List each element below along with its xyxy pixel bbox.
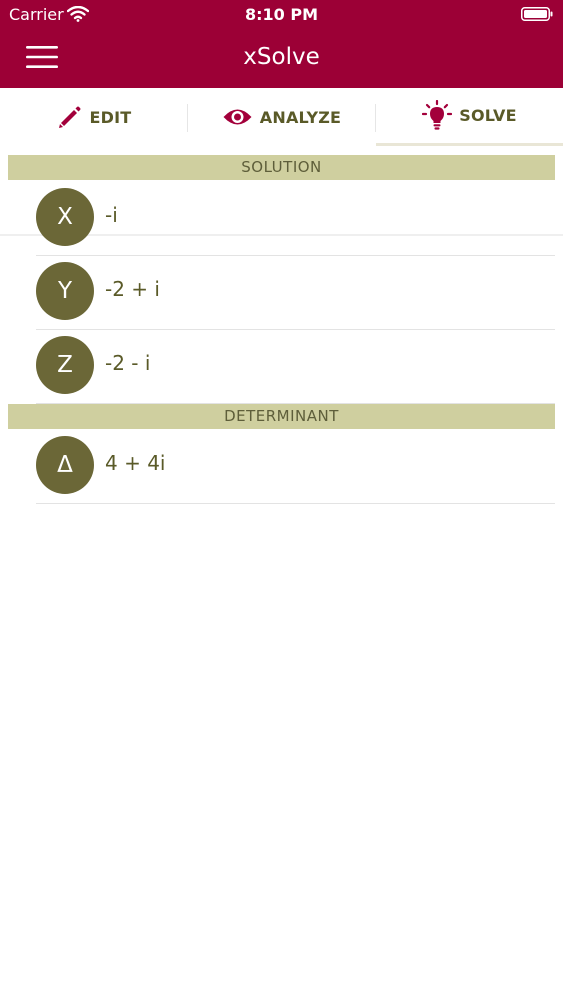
tab-solve-label: SOLVE (459, 106, 517, 125)
page-title: xSolve (243, 44, 320, 70)
determinant-value: 4 + 4i (105, 451, 166, 475)
status-time: 8:10 PM (244, 5, 318, 24)
variable-badge-x: X (36, 188, 94, 246)
lightbulb-icon (422, 99, 453, 130)
tab-analyze[interactable]: ANALYZE (188, 88, 375, 146)
variable-badge-y: Y (36, 262, 94, 320)
tab-analyze-label: ANALYZE (259, 107, 342, 127)
battery-icon (521, 7, 553, 21)
solution-row-x[interactable]: X -i (36, 181, 555, 256)
tab-edit-label: EDIT (89, 107, 132, 127)
determinant-badge: Δ (36, 436, 94, 494)
solution-row-y[interactable]: Y -2 + i (36, 255, 555, 330)
solution-row-z[interactable]: Z -2 - i (36, 329, 555, 404)
tab-bar: EDIT ANALYZE SOLVE (0, 88, 563, 236)
menu-icon[interactable] (26, 45, 58, 69)
section-header-determinant: DETERMINANT (8, 404, 555, 429)
status-bar: Carrier 8:10 PM (0, 0, 563, 30)
tab-solve[interactable]: SOLVE (376, 88, 563, 146)
variable-badge-z: Z (36, 336, 94, 394)
pencil-icon (58, 106, 81, 128)
solution-value-y: -2 + i (105, 277, 160, 301)
tab-edit[interactable]: EDIT (0, 88, 187, 146)
app-bar: Carrier 8:10 PM xSolve (0, 0, 563, 88)
section-header-solution: SOLUTION (8, 155, 555, 180)
eye-icon (223, 109, 252, 125)
determinant-row[interactable]: Δ 4 + 4i (36, 429, 555, 504)
solution-value-x: -i (105, 203, 118, 227)
solution-value-z: -2 - i (105, 351, 151, 375)
